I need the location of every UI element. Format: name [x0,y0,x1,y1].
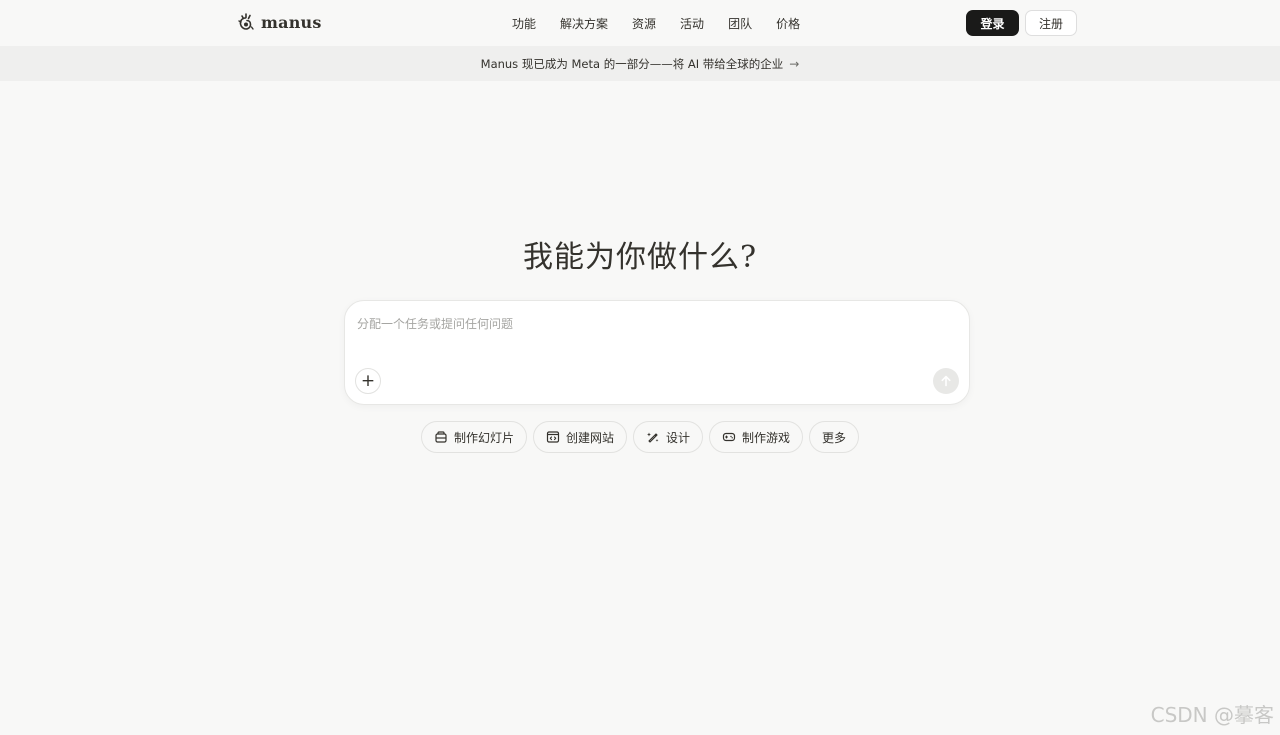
chip-make-slides[interactable]: 制作幻灯片 [420,421,527,453]
task-composer: + [344,300,970,405]
chip-label: 创建网站 [565,430,614,445]
arrow-right-icon: → [789,56,800,71]
manus-logo[interactable]: manus [237,11,322,33]
nav-item-pricing[interactable]: 价格 [764,13,812,33]
chip-label: 制作幻灯片 [453,430,514,445]
login-button[interactable]: 登录 [966,10,1019,36]
website-icon [546,431,560,443]
add-attachment-button[interactable]: + [355,368,381,394]
chip-label: 设计 [665,430,690,445]
chip-more[interactable]: 更多 [809,421,860,453]
chip-make-game[interactable]: 制作游戏 [709,421,804,453]
arrow-up-icon [941,375,951,387]
slides-icon [435,431,447,443]
chip-design[interactable]: 设计 [632,421,703,453]
quick-actions: 制作幻灯片 创建网站 设计 制作游戏 更多 [0,421,1280,453]
main-nav: 功能 解决方案 资源 活动 团队 价格 [500,13,812,33]
nav-item-resources[interactable]: 资源 [620,13,668,33]
signup-button[interactable]: 注册 [1025,10,1077,36]
watermark: CSDN @摹客 [1150,703,1274,727]
nav-item-events[interactable]: 活动 [668,13,716,33]
design-icon [646,432,659,443]
gamepad-icon [722,432,736,442]
manus-logo-icon [238,13,254,30]
nav-item-team[interactable]: 团队 [716,13,764,33]
banner-text: Manus 现已成为 Meta 的一部分——将 AI 带给全球的企业 [480,56,784,71]
top-header: manus 功能 解决方案 资源 活动 团队 价格 登录 注册 [0,0,1280,46]
announcement-banner[interactable]: Manus 现已成为 Meta 的一部分——将 AI 带给全球的企业 → [0,46,1280,81]
nav-item-solutions[interactable]: 解决方案 [548,13,620,33]
chip-create-website[interactable]: 创建网站 [532,421,627,453]
task-input[interactable] [357,313,937,335]
nav-item-features[interactable]: 功能 [500,13,548,33]
send-button[interactable] [933,368,959,394]
page-title: 我能为你做什么? [522,240,758,275]
chip-label: 制作游戏 [742,430,791,445]
logo-text: manus [261,12,322,32]
chip-label: 更多 [822,430,847,445]
plus-icon: + [360,370,376,391]
